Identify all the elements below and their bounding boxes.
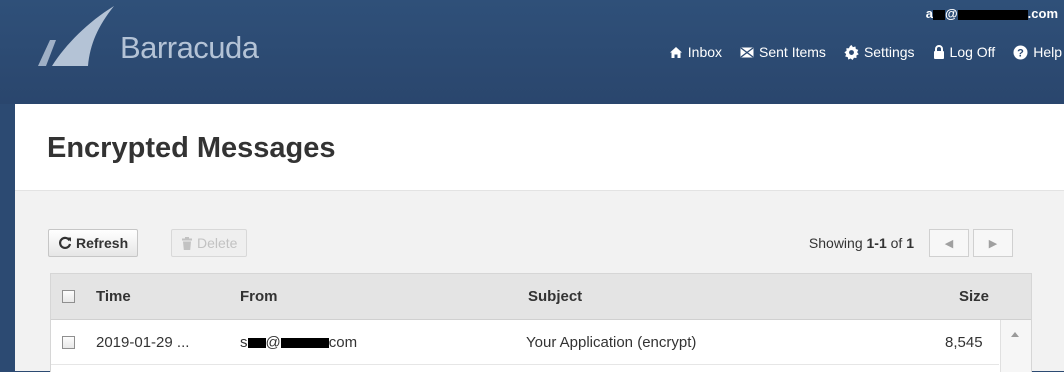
chevron-right-icon: ▶ [988,237,998,250]
refresh-button[interactable]: Refresh [48,229,139,257]
nav-log-off-label: Log Off [949,44,996,60]
top-nav: Inbox Sent Items Settings Log Off ? Help [669,44,1062,60]
table-header: Time From Subject Size [51,274,1031,320]
column-time[interactable]: Time [96,288,131,305]
nav-sent-items[interactable]: Sent Items [740,44,826,60]
page-title: Encrypted Messages [47,132,336,164]
refresh-icon [59,236,72,249]
gear-icon [844,44,859,60]
column-from[interactable]: From [240,288,278,305]
brand-name: Barracuda [120,30,259,65]
row-checkbox[interactable] [62,336,75,349]
delete-button[interactable]: Delete [171,229,248,257]
envelope-icon [740,46,754,58]
table-row[interactable]: 2019-01-29 ... s @ com Your Application (e… [51,320,999,365]
showing-total: 1 [906,235,914,251]
messages-table: Time From Subject Size 2019-01-29 ... s @… [50,273,1032,372]
panel-header: Encrypted Messages [15,104,1064,191]
row-size: 8,545 [945,334,983,351]
nav-help[interactable]: ? Help [1013,44,1062,60]
trash-icon [182,236,192,250]
previous-page-button[interactable]: ◀ [929,229,969,257]
lock-icon [933,45,944,59]
nav-settings[interactable]: Settings [844,44,915,60]
pagination-summary: Showing 1-1 of 1 [808,235,914,251]
home-icon [669,46,682,58]
chevron-left-icon: ◀ [944,237,954,250]
main-panel: Encrypted Messages Refresh Delete Showin… [15,104,1064,372]
delete-button-label: Delete [197,235,238,251]
table-scrollbar[interactable] [1000,320,1031,372]
column-subject[interactable]: Subject [528,288,582,305]
user-email: a @ .com [925,6,1058,21]
nav-help-label: Help [1033,44,1062,60]
scroll-up-arrow-icon[interactable] [1011,332,1019,337]
row-time: 2019-01-29 ... [96,334,190,351]
nav-inbox-label: Inbox [687,44,723,60]
nav-settings-label: Settings [863,44,915,60]
row-from: s @ com [240,334,358,351]
nav-log-off[interactable]: Log Off [933,44,996,60]
barracuda-logo-icon [38,6,114,66]
nav-inbox[interactable]: Inbox [669,44,722,60]
help-icon: ? [1013,45,1028,59]
svg-text:?: ? [1017,47,1024,59]
refresh-button-label: Refresh [76,235,129,251]
row-subject: Your Application (encrypt) [526,334,697,351]
select-all-checkbox[interactable] [62,290,75,303]
showing-range: 1-1 [866,235,887,251]
next-page-button[interactable]: ▶ [973,229,1013,257]
column-size[interactable]: Size [959,288,989,305]
nav-sent-items-label: Sent Items [759,44,826,60]
top-header: Barracuda a @ .com Inbox Sent Items Settin… [0,0,1064,104]
